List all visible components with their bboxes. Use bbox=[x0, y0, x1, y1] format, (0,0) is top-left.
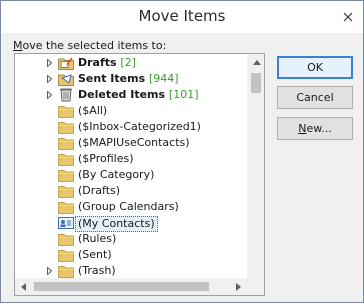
tree-item[interactable]: ($Profiles) bbox=[15, 151, 248, 167]
folder-icon bbox=[58, 184, 74, 198]
destination-prompt: Move the selected items to: bbox=[13, 39, 166, 52]
folder-name: (Rules) bbox=[78, 232, 117, 245]
unread-count: [2] bbox=[120, 56, 137, 69]
unread-count: [944] bbox=[148, 72, 179, 85]
tree-item-label: (Group Calendars) bbox=[78, 200, 179, 214]
folder-icon bbox=[58, 120, 74, 134]
new-button-mnemonic: N bbox=[298, 122, 307, 135]
folder-name: (By Category) bbox=[78, 168, 155, 181]
tree-item[interactable]: (Rules) bbox=[15, 231, 248, 247]
deleted-items-icon bbox=[58, 88, 74, 102]
vertical-scrollbar[interactable] bbox=[247, 54, 264, 295]
new-folder-button[interactable]: New... bbox=[277, 117, 353, 140]
folder-name: ($Inbox-Categorized1) bbox=[78, 120, 201, 133]
tree-item[interactable]: ($Inbox-Categorized1) bbox=[15, 119, 248, 135]
tree-item[interactable]: (My Contacts) bbox=[15, 215, 248, 232]
unread-count: [101] bbox=[168, 88, 199, 101]
tree-item-label: Drafts [2] bbox=[78, 56, 136, 70]
folder-icon bbox=[58, 104, 74, 118]
folder-icon bbox=[58, 168, 74, 182]
contacts-icon bbox=[58, 216, 74, 230]
tree-item-label: ($Profiles) bbox=[78, 152, 134, 166]
tree-item[interactable]: ($All) bbox=[15, 103, 248, 119]
ok-button[interactable]: OK bbox=[277, 56, 353, 79]
sent-items-icon bbox=[58, 72, 74, 86]
close-button[interactable] bbox=[339, 8, 357, 26]
chevron-left-icon bbox=[21, 282, 26, 291]
folder-icon bbox=[58, 248, 74, 262]
expand-arrow-icon[interactable] bbox=[45, 59, 53, 67]
close-icon bbox=[343, 12, 353, 22]
prompt-text: ove the selected items to: bbox=[22, 39, 167, 52]
folder-name: Drafts bbox=[78, 56, 117, 69]
folder-tree-list: Drafts [2] Sent Items [944] Deleted Items … bbox=[15, 55, 248, 279]
folder-name: (Drafts) bbox=[78, 184, 121, 197]
tree-item-label: Deleted Items [101] bbox=[78, 88, 199, 102]
title-bar: Move Items bbox=[1, 1, 363, 33]
folder-icon bbox=[58, 200, 74, 214]
tree-item-label: Sent Items [944] bbox=[78, 72, 179, 86]
folder-name: (Group Calendars) bbox=[78, 200, 179, 213]
dialog-title: Move Items bbox=[138, 7, 226, 25]
tree-item[interactable]: Deleted Items [101] bbox=[15, 87, 248, 103]
scroll-right-button[interactable] bbox=[230, 278, 247, 295]
new-button-label: ew... bbox=[306, 122, 332, 135]
tree-item[interactable]: (By Category) bbox=[15, 167, 248, 183]
tree-item-label: (Rules) bbox=[78, 232, 116, 246]
tree-item-label: (By Category) bbox=[78, 168, 154, 182]
tree-item-label: (Trash) bbox=[78, 264, 116, 278]
tree-item[interactable]: (Trash) bbox=[15, 263, 248, 279]
folder-name: (Trash) bbox=[78, 264, 116, 277]
folder-tree[interactable]: Drafts [2] Sent Items [944] Deleted Items … bbox=[14, 53, 265, 296]
folder-name: (My Contacts) bbox=[78, 217, 155, 230]
scroll-up-button[interactable] bbox=[248, 54, 264, 71]
drafts-icon bbox=[58, 56, 74, 70]
cancel-button[interactable]: Cancel bbox=[277, 86, 353, 109]
chevron-up-icon bbox=[252, 60, 261, 65]
move-items-dialog: Move Items Move the selected items to: D… bbox=[0, 0, 364, 303]
folder-name: Deleted Items bbox=[78, 88, 166, 101]
folder-icon bbox=[58, 232, 74, 246]
scroll-left-button[interactable] bbox=[15, 278, 32, 295]
tree-item-label: ($MAPIUseContacts) bbox=[78, 136, 190, 150]
folder-name: (Sent) bbox=[78, 248, 112, 261]
tree-item-label: (Drafts) bbox=[78, 184, 120, 198]
expand-arrow-icon[interactable] bbox=[45, 267, 53, 275]
tree-item[interactable]: ($MAPIUseContacts) bbox=[15, 135, 248, 151]
prompt-mnemonic: M bbox=[13, 39, 23, 52]
vertical-scroll-thumb[interactable] bbox=[251, 73, 261, 93]
tree-item-label: (Sent) bbox=[78, 248, 112, 262]
expand-arrow-icon[interactable] bbox=[45, 91, 53, 99]
folder-icon bbox=[58, 152, 74, 166]
folder-name: Sent Items bbox=[78, 72, 146, 85]
chevron-right-icon bbox=[236, 282, 241, 291]
folder-name: ($Profiles) bbox=[78, 152, 134, 165]
tree-item-label: ($All) bbox=[78, 104, 107, 118]
tree-item[interactable]: (Drafts) bbox=[15, 183, 248, 199]
scrollbar-corner bbox=[247, 278, 264, 295]
horizontal-scrollbar[interactable] bbox=[15, 278, 247, 295]
tree-item[interactable]: Sent Items [944] bbox=[15, 71, 248, 87]
tree-item[interactable]: Drafts [2] bbox=[15, 55, 248, 71]
tree-item-label: ($Inbox-Categorized1) bbox=[78, 120, 201, 134]
expand-arrow-icon[interactable] bbox=[45, 75, 53, 83]
horizontal-scroll-thumb[interactable] bbox=[34, 282, 209, 291]
tree-item[interactable]: (Group Calendars) bbox=[15, 199, 248, 215]
tree-item[interactable]: (Sent) bbox=[15, 247, 248, 263]
folder-icon bbox=[58, 136, 74, 150]
tree-item-label: (My Contacts) bbox=[75, 216, 158, 232]
folder-name: ($All) bbox=[78, 104, 108, 117]
folder-icon bbox=[58, 264, 74, 278]
folder-name: ($MAPIUseContacts) bbox=[78, 136, 190, 149]
